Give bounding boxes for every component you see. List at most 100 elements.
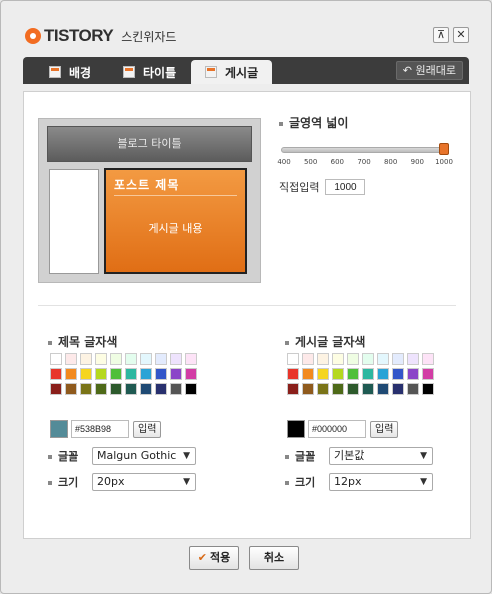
slider-tick-label: 900 <box>410 158 425 166</box>
color-swatch[interactable] <box>287 383 299 395</box>
color-swatch[interactable] <box>50 383 62 395</box>
color-swatch[interactable] <box>287 368 299 380</box>
post-color-row: 입력 <box>287 420 399 438</box>
cancel-button[interactable]: 취소 <box>249 546 299 570</box>
undo-icon: ↶ <box>402 64 413 77</box>
color-swatch[interactable] <box>140 353 152 365</box>
color-swatch[interactable] <box>332 353 344 365</box>
cancel-label: 취소 <box>263 551 285 564</box>
color-swatch[interactable] <box>170 368 182 380</box>
title-font-label: 글꼴 <box>48 448 92 464</box>
apply-label: 적용 <box>209 551 231 564</box>
title-size-value: 20px <box>97 475 125 488</box>
slider-tick-label: 1000 <box>435 158 453 166</box>
post-font-select[interactable]: 기본값 ▼ <box>329 447 433 465</box>
color-swatch[interactable] <box>140 368 152 380</box>
title-hex-apply-button[interactable]: 입력 <box>133 420 162 438</box>
color-swatch[interactable] <box>302 383 314 395</box>
pin-icon[interactable]: ⊼ <box>433 27 449 43</box>
color-swatch[interactable] <box>422 383 434 395</box>
color-swatch[interactable] <box>185 383 197 395</box>
restore-default-button[interactable]: ↶ 원래대로 <box>395 61 463 80</box>
color-swatch[interactable] <box>50 368 62 380</box>
color-swatch[interactable] <box>125 353 137 365</box>
color-swatch[interactable] <box>110 353 122 365</box>
color-swatch[interactable] <box>362 368 374 380</box>
color-swatch[interactable] <box>392 353 404 365</box>
color-swatch[interactable] <box>422 353 434 365</box>
color-swatch[interactable] <box>95 383 107 395</box>
color-swatch[interactable] <box>65 368 77 380</box>
color-swatch[interactable] <box>80 383 92 395</box>
preview-post: 포스트 제목 게시글 내용 <box>104 168 247 274</box>
tab-label: 타이틀 <box>143 65 177 80</box>
color-swatch[interactable] <box>110 383 122 395</box>
color-swatch[interactable] <box>317 383 329 395</box>
title-hex-input[interactable] <box>71 420 129 438</box>
color-swatch[interactable] <box>287 353 299 365</box>
color-swatch[interactable] <box>95 368 107 380</box>
post-size-select[interactable]: 12px ▼ <box>329 473 433 491</box>
post-hex-apply-button[interactable]: 입력 <box>370 420 399 438</box>
background-icon <box>49 66 61 78</box>
color-swatch[interactable] <box>362 383 374 395</box>
color-swatch[interactable] <box>155 368 167 380</box>
color-swatch[interactable] <box>407 383 419 395</box>
color-swatch[interactable] <box>407 353 419 365</box>
color-swatch[interactable] <box>185 368 197 380</box>
color-swatch[interactable] <box>125 383 137 395</box>
tab-title[interactable]: 타이틀 <box>123 60 176 84</box>
color-swatch[interactable] <box>317 368 329 380</box>
preview-blog-title: 블로그 타이틀 <box>47 126 252 162</box>
apply-button[interactable]: ✔ 적용 <box>189 546 239 570</box>
post-hex-input[interactable] <box>308 420 366 438</box>
color-swatch[interactable] <box>347 383 359 395</box>
color-swatch[interactable] <box>302 368 314 380</box>
color-swatch[interactable] <box>50 353 62 365</box>
slider-thumb[interactable] <box>439 143 449 155</box>
color-swatch[interactable] <box>110 368 122 380</box>
color-swatch[interactable] <box>377 353 389 365</box>
color-swatch[interactable] <box>422 368 434 380</box>
color-swatch[interactable] <box>407 368 419 380</box>
color-swatch[interactable] <box>347 353 359 365</box>
tab-post[interactable]: 게시글 <box>191 60 273 84</box>
color-swatch[interactable] <box>392 383 404 395</box>
color-swatch[interactable] <box>95 353 107 365</box>
color-swatch[interactable] <box>80 353 92 365</box>
color-swatch[interactable] <box>170 383 182 395</box>
color-swatch[interactable] <box>140 383 152 395</box>
title-font-select[interactable]: Malgun Gothic ▼ <box>92 447 196 465</box>
dialog-footer: ✔ 적용 취소 <box>1 539 491 593</box>
color-swatch[interactable] <box>80 368 92 380</box>
color-swatch[interactable] <box>185 353 197 365</box>
restore-label: 원래대로 <box>415 64 456 77</box>
color-swatch[interactable] <box>155 353 167 365</box>
tab-background[interactable]: 배경 <box>49 60 91 84</box>
color-swatch[interactable] <box>377 368 389 380</box>
width-slider[interactable] <box>279 143 449 156</box>
color-swatch[interactable] <box>332 383 344 395</box>
width-direct-input[interactable] <box>325 179 366 195</box>
tab-label: 배경 <box>69 65 92 80</box>
color-swatch[interactable] <box>377 383 389 395</box>
color-swatch[interactable] <box>170 353 182 365</box>
color-swatch[interactable] <box>317 353 329 365</box>
color-swatch[interactable] <box>65 353 77 365</box>
color-swatch[interactable] <box>347 368 359 380</box>
color-swatch[interactable] <box>155 383 167 395</box>
color-swatch[interactable] <box>125 368 137 380</box>
color-swatch[interactable] <box>362 353 374 365</box>
title-size-select[interactable]: 20px ▼ <box>92 473 196 491</box>
title-color-palette <box>50 353 197 395</box>
slider-tick-label: 500 <box>303 158 318 166</box>
color-swatch[interactable] <box>392 368 404 380</box>
close-icon[interactable]: ✕ <box>453 27 469 43</box>
color-swatch[interactable] <box>302 353 314 365</box>
title-color-preview-swatch <box>50 420 68 438</box>
preview-post-title: 포스트 제목 <box>114 176 237 196</box>
window-header: TISTORY 스킨위자드 ⊼ ✕ <box>1 1 491 57</box>
preview-sidebar <box>49 169 99 274</box>
color-swatch[interactable] <box>65 383 77 395</box>
color-swatch[interactable] <box>332 368 344 380</box>
